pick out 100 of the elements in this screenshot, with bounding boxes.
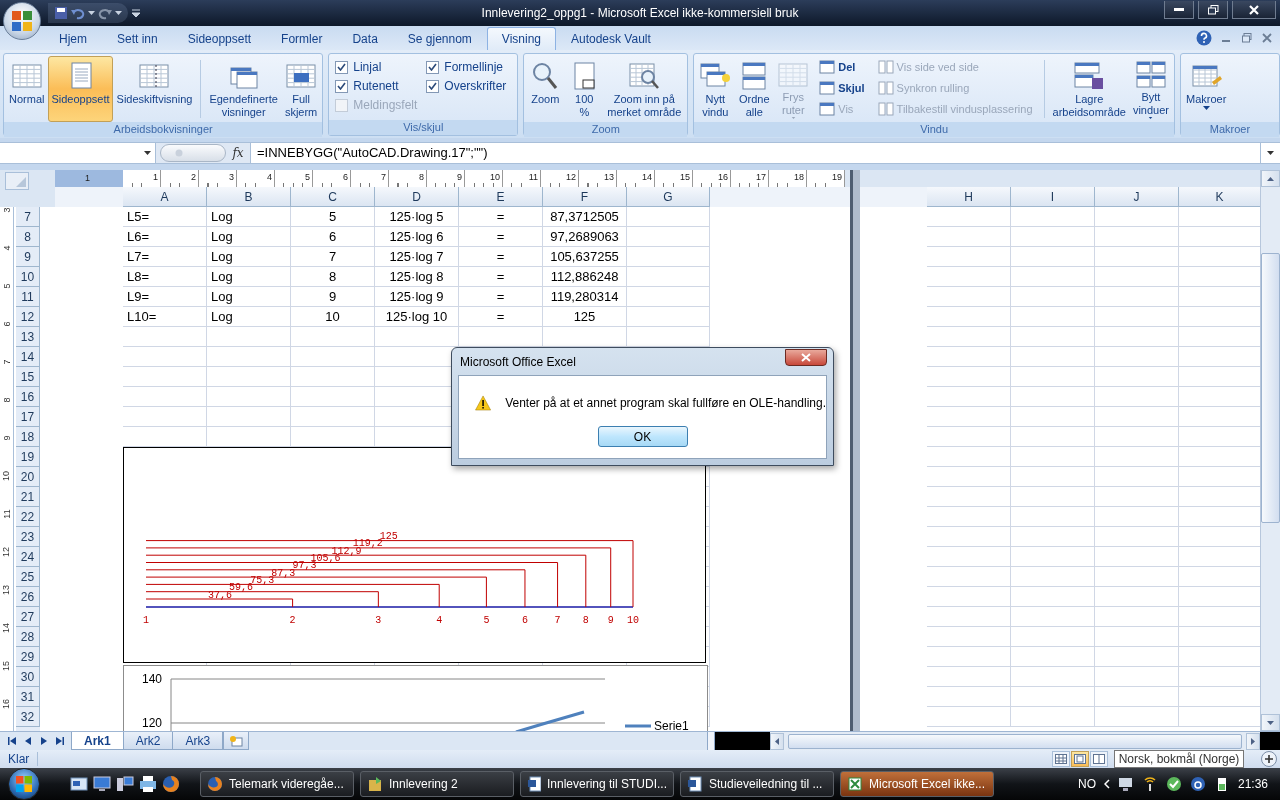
expand-button[interactable]: [1260, 143, 1280, 163]
checkbox[interactable]: [335, 60, 349, 74]
ribbon-tab[interactable]: Hjem: [44, 27, 102, 50]
function-button[interactable]: fx: [226, 146, 250, 160]
scrollbar-thumb[interactable]: [788, 733, 1242, 749]
row-header[interactable]: 21: [16, 487, 40, 507]
column-header[interactable]: A: [123, 187, 207, 207]
row-header[interactable]: 32: [16, 707, 40, 727]
ribbon-button[interactable]: Full skjerm: [281, 56, 321, 122]
scroll-right-button[interactable]: [1246, 732, 1260, 750]
row-header[interactable]: 14: [16, 347, 40, 367]
checkbox[interactable]: [335, 79, 349, 93]
checkbox-label[interactable]: Rutenett: [353, 79, 399, 93]
column-header[interactable]: F: [543, 187, 627, 207]
restore-icon[interactable]: [1242, 33, 1252, 43]
split-handle[interactable]: [707, 732, 715, 750]
view-button[interactable]: [1089, 751, 1108, 767]
signal-icon[interactable]: [1141, 776, 1158, 792]
ok-button[interactable]: OK: [597, 426, 688, 447]
ribbon-tab[interactable]: Visning: [486, 27, 556, 50]
show-desktop-button[interactable]: [70, 775, 88, 793]
column-header[interactable]: G: [627, 187, 710, 207]
ribbon-tab[interactable]: Data: [337, 27, 393, 50]
restore-button[interactable]: [1198, 1, 1228, 19]
row-header[interactable]: 24: [16, 547, 40, 567]
taskbar-button[interactable]: Microsoft Excel ikke...: [840, 771, 994, 797]
checkbox-label[interactable]: Overskrifter: [444, 79, 507, 93]
redo-icon[interactable]: [98, 6, 112, 20]
check-icon[interactable]: [1165, 776, 1182, 792]
row-header[interactable]: 22: [16, 507, 40, 527]
checkbox[interactable]: [426, 79, 440, 93]
row-header[interactable]: 12: [16, 307, 40, 327]
last-sheet-button[interactable]: [54, 735, 66, 747]
formula-bar-handle[interactable]: [160, 144, 226, 162]
network-icon[interactable]: [1117, 776, 1134, 792]
column-header[interactable]: B: [207, 187, 291, 207]
row-header[interactable]: 28: [16, 627, 40, 647]
row-header[interactable]: 17: [16, 407, 40, 427]
ribbon-button[interactable]: Bytt vinduer: [1129, 56, 1172, 122]
close-icon[interactable]: [1262, 33, 1272, 43]
row-header[interactable]: 15: [16, 367, 40, 387]
ribbon-button[interactable]: Normal: [6, 56, 48, 122]
row-header[interactable]: 11: [16, 287, 40, 307]
ribbon-button[interactable]: Makroer: [1182, 56, 1230, 122]
column-header[interactable]: D: [375, 187, 459, 207]
customize-icon[interactable]: [132, 9, 140, 17]
view-button[interactable]: [1070, 751, 1089, 767]
row-header[interactable]: 18: [16, 427, 40, 447]
ribbon-button[interactable]: Ordne alle: [735, 56, 774, 122]
scroll-up-button[interactable]: [1261, 170, 1280, 187]
column-header[interactable]: K: [1179, 187, 1260, 207]
start-button[interactable]: [8, 768, 40, 800]
sheet-tab[interactable]: Ark1: [71, 732, 124, 750]
circle-icon[interactable]: [1189, 776, 1206, 792]
quick-launch-button[interactable]: [139, 775, 157, 793]
column-header[interactable]: H: [927, 187, 1011, 207]
checkbox[interactable]: [426, 60, 440, 74]
row-header[interactable]: 25: [16, 567, 40, 587]
ribbon-tab[interactable]: Sett inn: [102, 27, 173, 50]
zoom-in-button[interactable]: [1261, 751, 1277, 767]
close-button[interactable]: [1232, 1, 1276, 19]
ribbon-tab[interactable]: Sideoppsett: [172, 27, 267, 50]
formula-field[interactable]: =INNEBYGG("AutoCAD.Drawing.17";""): [250, 143, 1260, 163]
sheet-tab[interactable]: Ark2: [122, 732, 174, 750]
column-header[interactable]: J: [1095, 187, 1179, 207]
ribbon-button[interactable]: Del: [817, 58, 867, 76]
ribbon-button[interactable]: Skjul: [817, 79, 867, 97]
row-header[interactable]: 31: [16, 687, 40, 707]
row-header[interactable]: 27: [16, 607, 40, 627]
ribbon-tab[interactable]: Se gjennom: [392, 27, 487, 50]
first-sheet-button[interactable]: [6, 735, 18, 747]
scroll-down-button[interactable]: [1261, 714, 1280, 731]
row-header[interactable]: 7: [16, 207, 40, 227]
row-header[interactable]: 29: [16, 647, 40, 667]
row-header[interactable]: 20: [16, 467, 40, 487]
close-button[interactable]: [785, 349, 827, 366]
chevron-icon[interactable]: [1103, 779, 1110, 789]
column-header[interactable]: E: [459, 187, 543, 207]
minimize-button[interactable]: [1164, 1, 1194, 19]
row-header[interactable]: 9: [16, 247, 40, 267]
ribbon-button[interactable]: Sideskiftvisning: [113, 56, 196, 122]
ribbon-button[interactable]: 100 %: [565, 56, 604, 122]
help-icon[interactable]: [1196, 30, 1212, 46]
ribbon-button[interactable]: Egendefinerte visninger: [206, 56, 281, 122]
column-header[interactable]: I: [1011, 187, 1095, 207]
quick-launch-button[interactable]: [93, 775, 111, 793]
ribbon-button[interactable]: Zoom: [526, 56, 565, 122]
quick-launch-button[interactable]: [116, 775, 134, 793]
column-header[interactable]: C: [291, 187, 375, 207]
row-header[interactable]: 26: [16, 587, 40, 607]
sheet-tab[interactable]: Ark3: [172, 732, 224, 750]
scroll-left-button[interactable]: [770, 732, 784, 750]
row-header[interactable]: 30: [16, 667, 40, 687]
scrollbar-thumb[interactable]: [1261, 253, 1280, 523]
language-indicator[interactable]: NO: [1077, 777, 1096, 791]
row-header[interactable]: 10: [16, 267, 40, 287]
row-header[interactable]: 19: [16, 447, 40, 467]
taskbar-button[interactable]: Innlevering 2: [360, 771, 514, 797]
taskbar-button[interactable]: Innlevering til STUDI...: [520, 771, 674, 797]
ribbon-tab[interactable]: Autodesk Vault: [556, 27, 666, 50]
